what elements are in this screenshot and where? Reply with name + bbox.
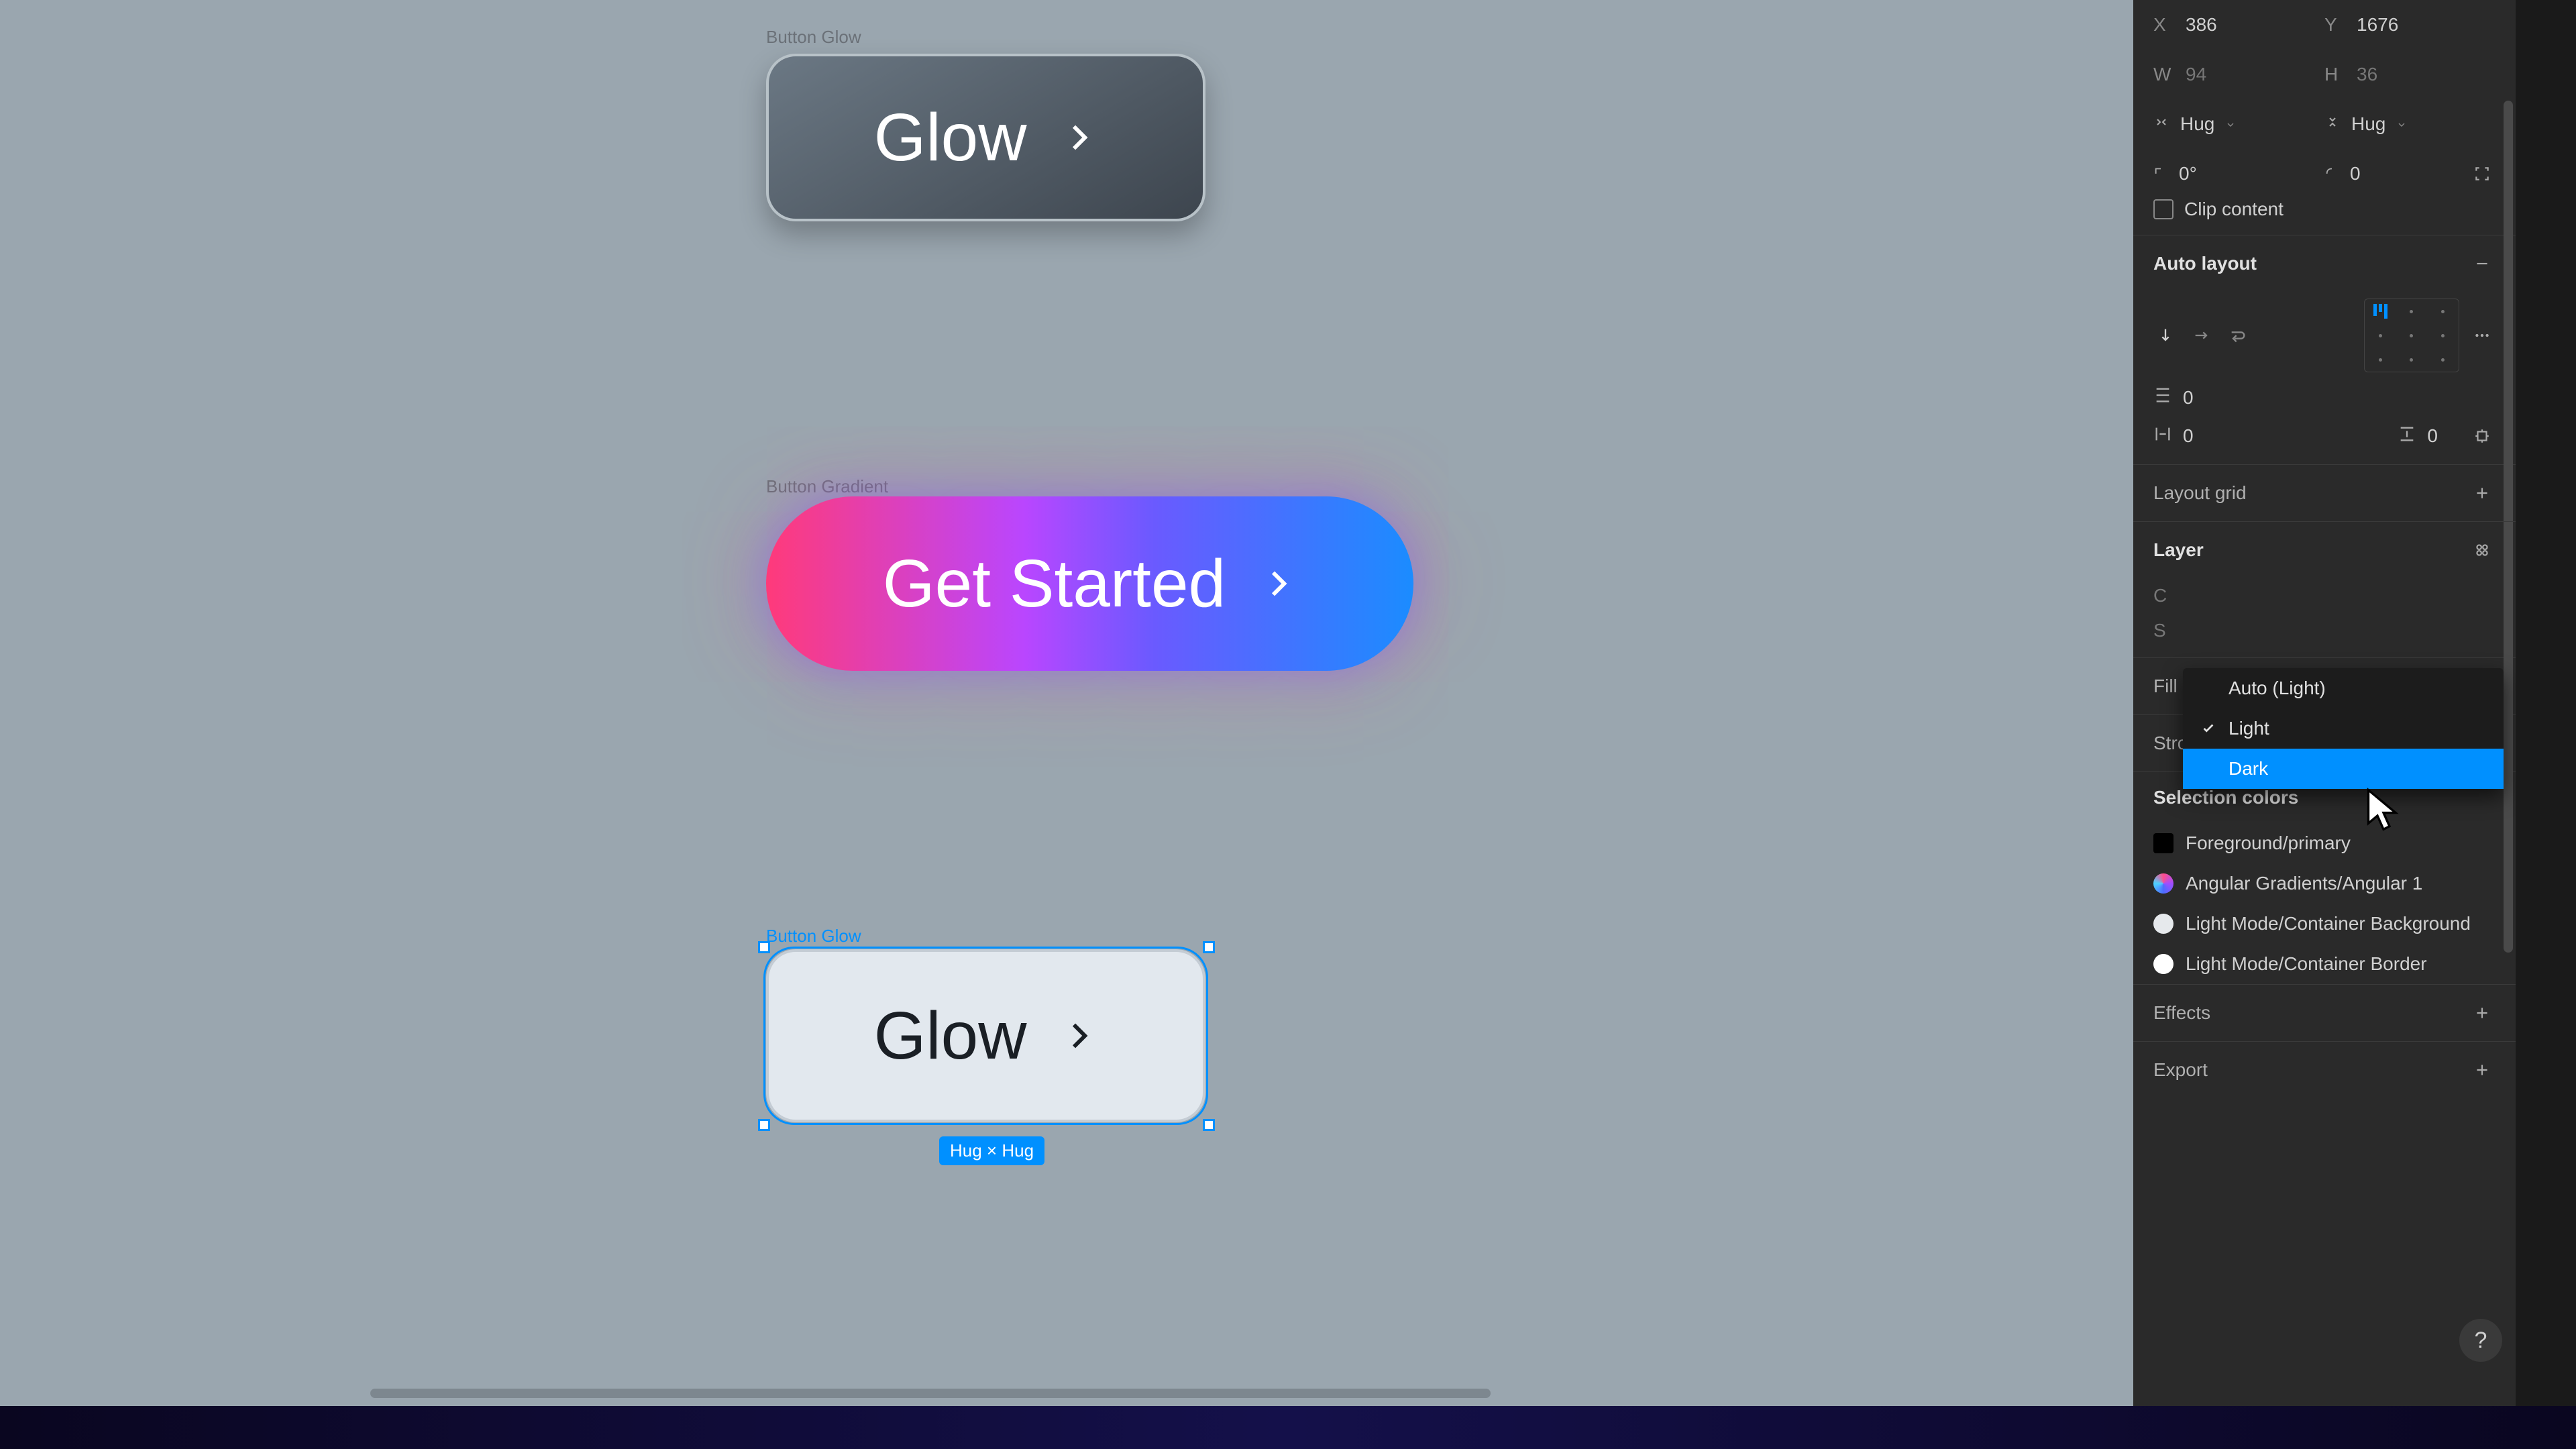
corner-value[interactable]: 0 <box>2350 163 2361 184</box>
gap-icon <box>2153 386 2172 409</box>
rotation-value[interactable]: 0° <box>2179 163 2197 184</box>
horizontal-sizing[interactable]: Hug <box>2180 113 2214 135</box>
x-label: X <box>2153 14 2175 36</box>
layer-title: Layer <box>2153 539 2204 561</box>
effects-title: Effects <box>2153 1002 2210 1024</box>
independent-corners-icon[interactable] <box>2469 160 2496 187</box>
layer-style-icon[interactable] <box>2469 537 2496 564</box>
frame-label-glow-light-selected: Button Glow <box>766 926 861 947</box>
gap-value[interactable]: 0 <box>2183 387 2194 409</box>
dropdown-auto-label: Auto (Light) <box>2229 678 2326 699</box>
color-foreground-label: Foreground/primary <box>2186 833 2351 854</box>
x-value[interactable]: 386 <box>2186 14 2217 36</box>
dropdown-item-auto[interactable]: Auto (Light) <box>2183 668 2504 708</box>
swatch-foreground <box>2153 833 2174 853</box>
color-container-border-label: Light Mode/Container Border <box>2186 953 2427 975</box>
hidden-c: C <box>2153 585 2167 606</box>
selection-handle-ne[interactable] <box>1203 941 1215 953</box>
frame-label-gradient: Button Gradient <box>766 476 888 497</box>
color-row-container-border[interactable]: Light Mode/Container Border <box>2133 944 2516 984</box>
add-export-button[interactable] <box>2469 1057 2496 1083</box>
swatch-container-border <box>2153 954 2174 974</box>
right-gutter <box>2516 0 2576 1406</box>
check-icon <box>2199 721 2218 736</box>
dropdown-light-label: Light <box>2229 718 2269 739</box>
export-title: Export <box>2153 1059 2208 1081</box>
dropdown-dark-label: Dark <box>2229 758 2268 780</box>
rotation-icon <box>2153 163 2168 184</box>
hidden-s: S <box>2153 620 2166 641</box>
help-button[interactable]: ? <box>2459 1319 2502 1362</box>
button-gradient[interactable]: Get Started <box>766 496 1413 671</box>
w-value[interactable]: 94 <box>2186 64 2206 85</box>
appearance-dropdown: Auto (Light) Light Dark <box>2183 668 2504 789</box>
direction-wrap-icon[interactable] <box>2226 323 2250 347</box>
chevron-right-icon <box>1060 119 1097 156</box>
add-layout-grid-button[interactable] <box>2469 480 2496 506</box>
add-effects-button[interactable] <box>2469 1000 2496 1026</box>
color-row-container-bg[interactable]: Light Mode/Container Background <box>2133 904 2516 944</box>
dropdown-item-dark[interactable]: Dark <box>2183 749 2504 789</box>
clip-content-checkbox[interactable] <box>2153 199 2174 219</box>
button-glow-dark-text: Glow <box>874 99 1027 176</box>
auto-layout-more-icon[interactable] <box>2469 322 2496 349</box>
layout-grid-title: Layout grid <box>2153 482 2247 504</box>
selection-handle-se[interactable] <box>1203 1119 1215 1131</box>
independent-padding-icon[interactable] <box>2469 423 2496 449</box>
y-value[interactable]: 1676 <box>2357 14 2398 36</box>
direction-horizontal-icon[interactable] <box>2190 323 2214 347</box>
h-value[interactable]: 36 <box>2357 64 2377 85</box>
vertical-padding-icon <box>2398 425 2416 448</box>
selection-size-badge: Hug × Hug <box>939 1136 1044 1165</box>
vertical-hug-icon <box>2324 113 2341 135</box>
chevron-down-icon[interactable] <box>2396 113 2407 135</box>
taskbar <box>0 1406 2576 1449</box>
chevron-right-icon <box>1259 565 1297 602</box>
properties-panel: X 386 Y 1676 W 94 H 36 Hug Hug 0° 0 <box>2133 0 2516 1406</box>
color-angular-label: Angular Gradients/Angular 1 <box>2186 873 2422 894</box>
color-container-bg-label: Light Mode/Container Background <box>2186 913 2471 934</box>
button-gradient-text: Get Started <box>883 545 1226 623</box>
auto-layout-title: Auto layout <box>2153 253 2257 274</box>
direction-vertical-icon[interactable] <box>2153 323 2178 347</box>
chevron-right-icon <box>1060 1017 1097 1055</box>
alignment-grid[interactable] <box>2364 299 2459 372</box>
fill-title: Fill <box>2153 676 2178 697</box>
color-row-foreground[interactable]: Foreground/primary <box>2133 823 2516 863</box>
w-label: W <box>2153 64 2175 85</box>
dropdown-item-light[interactable]: Light <box>2183 708 2504 749</box>
selection-handle-sw[interactable] <box>758 1119 770 1131</box>
button-glow-light[interactable]: Glow <box>766 949 1205 1122</box>
horizontal-hug-icon <box>2153 113 2169 135</box>
selection-colors-title: Selection colors <box>2153 787 2298 808</box>
frame-label-glow-dark: Button Glow <box>766 27 861 48</box>
vertical-sizing[interactable]: Hug <box>2351 113 2385 135</box>
swatch-container-bg <box>2153 914 2174 934</box>
clip-content-label: Clip content <box>2184 199 2284 220</box>
y-label: Y <box>2324 14 2346 36</box>
button-glow-dark[interactable]: Glow <box>766 54 1205 221</box>
chevron-down-icon[interactable] <box>2225 113 2236 135</box>
horizontal-scrollbar[interactable] <box>370 1389 1491 1398</box>
remove-auto-layout-button[interactable] <box>2469 250 2496 277</box>
vertical-padding-value[interactable]: 0 <box>2427 425 2438 447</box>
corner-radius-icon <box>2324 163 2339 184</box>
horizontal-padding-value[interactable]: 0 <box>2183 425 2194 447</box>
horizontal-padding-icon <box>2153 425 2172 448</box>
h-label: H <box>2324 64 2346 85</box>
button-glow-light-text: Glow <box>874 998 1027 1075</box>
color-row-angular[interactable]: Angular Gradients/Angular 1 <box>2133 863 2516 904</box>
design-canvas[interactable]: Button Glow Glow Button Gradient Get Sta… <box>0 0 2132 1406</box>
swatch-angular <box>2153 873 2174 894</box>
